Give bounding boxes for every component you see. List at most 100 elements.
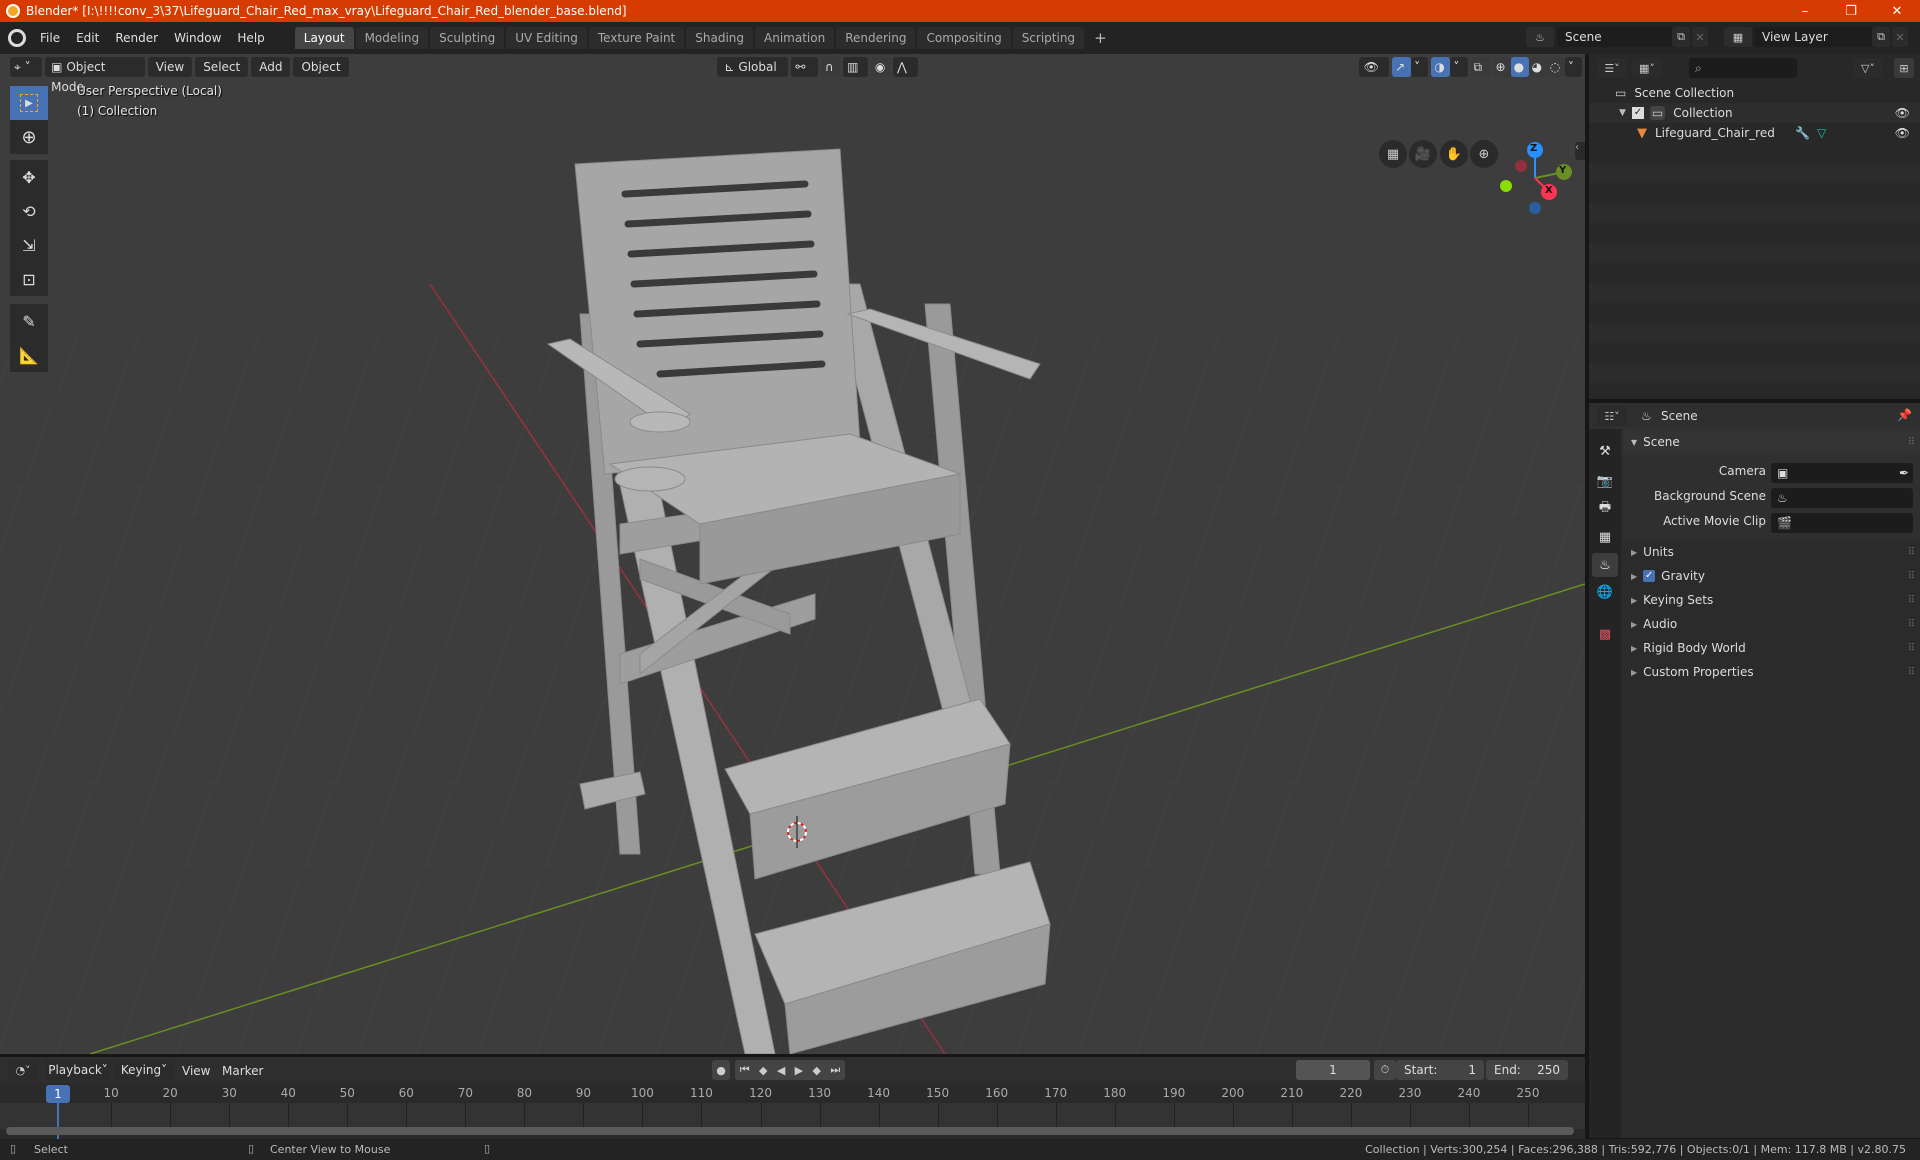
- timeline-scrollbar[interactable]: [6, 1127, 1574, 1135]
- display-mode-dropdown[interactable]: ▦˅: [1632, 58, 1662, 78]
- tool-annotate[interactable]: ✎: [10, 304, 48, 338]
- gravity-checkbox[interactable]: ✓: [1643, 570, 1656, 582]
- tab-texture-paint[interactable]: Texture Paint: [588, 27, 685, 49]
- gizmo-neg-y[interactable]: [1500, 180, 1512, 192]
- toggle-camera-ortho-button[interactable]: ▦: [1379, 140, 1407, 168]
- minimize-button[interactable]: –: [1782, 0, 1828, 22]
- playhead-frame-indicator[interactable]: 1: [46, 1085, 70, 1103]
- tab-sculpting[interactable]: Sculpting: [430, 27, 505, 49]
- gizmo-neg-x[interactable]: [1515, 160, 1527, 172]
- blender-menu-icon[interactable]: [8, 29, 26, 47]
- subpanel-gravity[interactable]: ▶ ✓ Gravity ⠿: [1625, 565, 1917, 587]
- tab-layout[interactable]: Layout: [294, 27, 354, 49]
- tab-modeling[interactable]: Modeling: [355, 27, 429, 49]
- tool-scale[interactable]: ⇲: [10, 228, 48, 262]
- gizmo-toggle[interactable]: ↗: [1392, 57, 1412, 77]
- proportional-falloff-dropdown[interactable]: ⋀: [892, 57, 918, 77]
- next-keyframe-icon[interactable]: ◆: [813, 1064, 821, 1077]
- transform-orientation-dropdown[interactable]: ⊾ Global: [716, 57, 789, 77]
- drag-handle-icon[interactable]: ⠿: [1908, 619, 1915, 630]
- new-collection-button[interactable]: ⊞: [1894, 58, 1914, 78]
- tool-move[interactable]: ✥: [10, 160, 48, 194]
- outliner-search-input[interactable]: ⌕: [1689, 58, 1797, 78]
- tab-animation[interactable]: Animation: [755, 27, 835, 49]
- jump-end-icon[interactable]: ⏭: [830, 1063, 840, 1077]
- properties-editor-type[interactable]: ☷˅: [1597, 406, 1627, 426]
- scene-panel-title-row[interactable]: ▼ Scene ⠿: [1625, 431, 1917, 453]
- exclude-checkbox[interactable]: ✓: [1631, 107, 1644, 119]
- view-layer-name-field[interactable]: View Layer: [1754, 27, 1880, 47]
- pivot-point-dropdown[interactable]: ⚯: [791, 57, 818, 77]
- tab-scene[interactable]: ♨: [1592, 553, 1618, 577]
- overlays-toggle[interactable]: ◑: [1431, 57, 1451, 77]
- zoom-view-button[interactable]: ⊕: [1470, 140, 1498, 168]
- outliner-editor-type[interactable]: ☰˅: [1597, 58, 1627, 78]
- shading-solid[interactable]: ●: [1510, 57, 1529, 77]
- tab-compositing[interactable]: Compositing: [917, 27, 1011, 49]
- snap-target-dropdown[interactable]: ▥: [843, 57, 868, 77]
- new-view-layer-button[interactable]: ⧉: [1872, 27, 1890, 47]
- timeline-marker-menu[interactable]: Marker: [222, 1064, 263, 1078]
- menu-window[interactable]: Window: [166, 27, 229, 49]
- subpanel-custom-properties[interactable]: ▶ Custom Properties ⠿: [1625, 661, 1917, 683]
- visibility-eye-icon[interactable]: 👁: [1895, 126, 1910, 140]
- tab-tool[interactable]: ⚒: [1592, 439, 1618, 463]
- subpanel-audio[interactable]: ▶ Audio ⠿: [1625, 613, 1917, 635]
- maximize-button[interactable]: ❐: [1828, 0, 1874, 22]
- keying-menu[interactable]: Keying ˅: [114, 1060, 174, 1080]
- proportional-edit-toggle[interactable]: ◉: [870, 57, 890, 77]
- subpanel-units[interactable]: ▶ Units ⠿: [1625, 541, 1917, 563]
- snap-toggle[interactable]: ∩: [820, 57, 841, 77]
- tool-measure[interactable]: 📐: [10, 338, 48, 372]
- drag-handle-icon[interactable]: ⠿: [1908, 437, 1915, 448]
- background-scene-field[interactable]: ♨: [1771, 488, 1913, 508]
- shading-material[interactable]: ◕: [1528, 57, 1547, 77]
- keyframe-area[interactable]: [0, 1103, 1585, 1129]
- new-scene-button[interactable]: ⧉: [1672, 27, 1690, 47]
- scene-browse-button[interactable]: ♨: [1526, 27, 1554, 47]
- xray-toggle[interactable]: ⧉: [1470, 57, 1490, 77]
- outliner-row-lifeguard-chair[interactable]: ▼ Lifeguard_Chair_red 🔧 ▽ 👁: [1589, 123, 1920, 143]
- mode-selector[interactable]: ▣ Object Mode: [45, 57, 145, 94]
- drag-handle-icon[interactable]: ⠿: [1908, 595, 1915, 606]
- menu-help[interactable]: Help: [229, 27, 272, 49]
- tab-shading[interactable]: Shading: [686, 27, 753, 49]
- view-layer-browse-button[interactable]: ▦: [1724, 27, 1752, 47]
- start-frame-field[interactable]: Start: 1: [1396, 1060, 1484, 1080]
- drag-handle-icon[interactable]: ⠿: [1908, 643, 1915, 654]
- pan-view-button[interactable]: ✋: [1440, 140, 1468, 168]
- selectability-visibility-dropdown[interactable]: 👁: [1358, 57, 1390, 77]
- viewport-menu-select[interactable]: Select: [195, 57, 249, 77]
- mesh-data-icon[interactable]: ▽: [1817, 126, 1826, 140]
- camera-view-button[interactable]: 🎥: [1409, 140, 1437, 168]
- delete-view-layer-button[interactable]: ✕: [1892, 27, 1908, 47]
- use-preview-range-toggle[interactable]: ⏱: [1374, 1060, 1396, 1080]
- viewport-menu-add[interactable]: Add: [251, 57, 291, 77]
- viewport-menu-object[interactable]: Object: [293, 57, 349, 77]
- play-icon[interactable]: ▶: [795, 1064, 803, 1077]
- end-frame-field[interactable]: End: 250: [1486, 1060, 1568, 1080]
- camera-field[interactable]: ▣ ✒: [1771, 463, 1913, 483]
- playback-menu[interactable]: Playback ˅: [45, 1060, 111, 1080]
- modifier-wrench-icon[interactable]: 🔧: [1795, 126, 1810, 140]
- tab-output[interactable]: 🖶: [1592, 497, 1618, 521]
- gizmo-dropdown[interactable]: ˅: [1411, 57, 1429, 77]
- tab-render[interactable]: 📷: [1592, 469, 1618, 493]
- filter-dropdown[interactable]: ▽˅: [1853, 58, 1883, 78]
- visibility-eye-icon[interactable]: 👁: [1895, 106, 1910, 120]
- overlays-dropdown[interactable]: ˅: [1450, 57, 1468, 77]
- drag-handle-icon[interactable]: ⠿: [1908, 547, 1915, 558]
- delete-scene-button[interactable]: ✕: [1692, 27, 1708, 47]
- shading-rendered[interactable]: ◌: [1546, 57, 1565, 77]
- timeline-editor-type[interactable]: ◔˅: [8, 1060, 38, 1080]
- drag-handle-icon[interactable]: ⠿: [1908, 667, 1915, 678]
- outliner-row-collection[interactable]: ▼ ✓ ▭ Collection 👁: [1589, 103, 1920, 123]
- record-keyframe-button[interactable]: ●: [712, 1060, 730, 1080]
- tool-transform[interactable]: ⊡: [10, 262, 48, 296]
- close-button[interactable]: ✕: [1874, 0, 1920, 22]
- subpanel-keying-sets[interactable]: ▶ Keying Sets ⠿: [1625, 589, 1917, 611]
- outliner-row-scene-collection[interactable]: ▭ Scene Collection: [1589, 83, 1920, 103]
- tool-select-box[interactable]: ▶: [10, 86, 48, 120]
- scene-name-field[interactable]: Scene: [1557, 27, 1683, 47]
- active-movie-clip-field[interactable]: 🎬: [1771, 513, 1913, 533]
